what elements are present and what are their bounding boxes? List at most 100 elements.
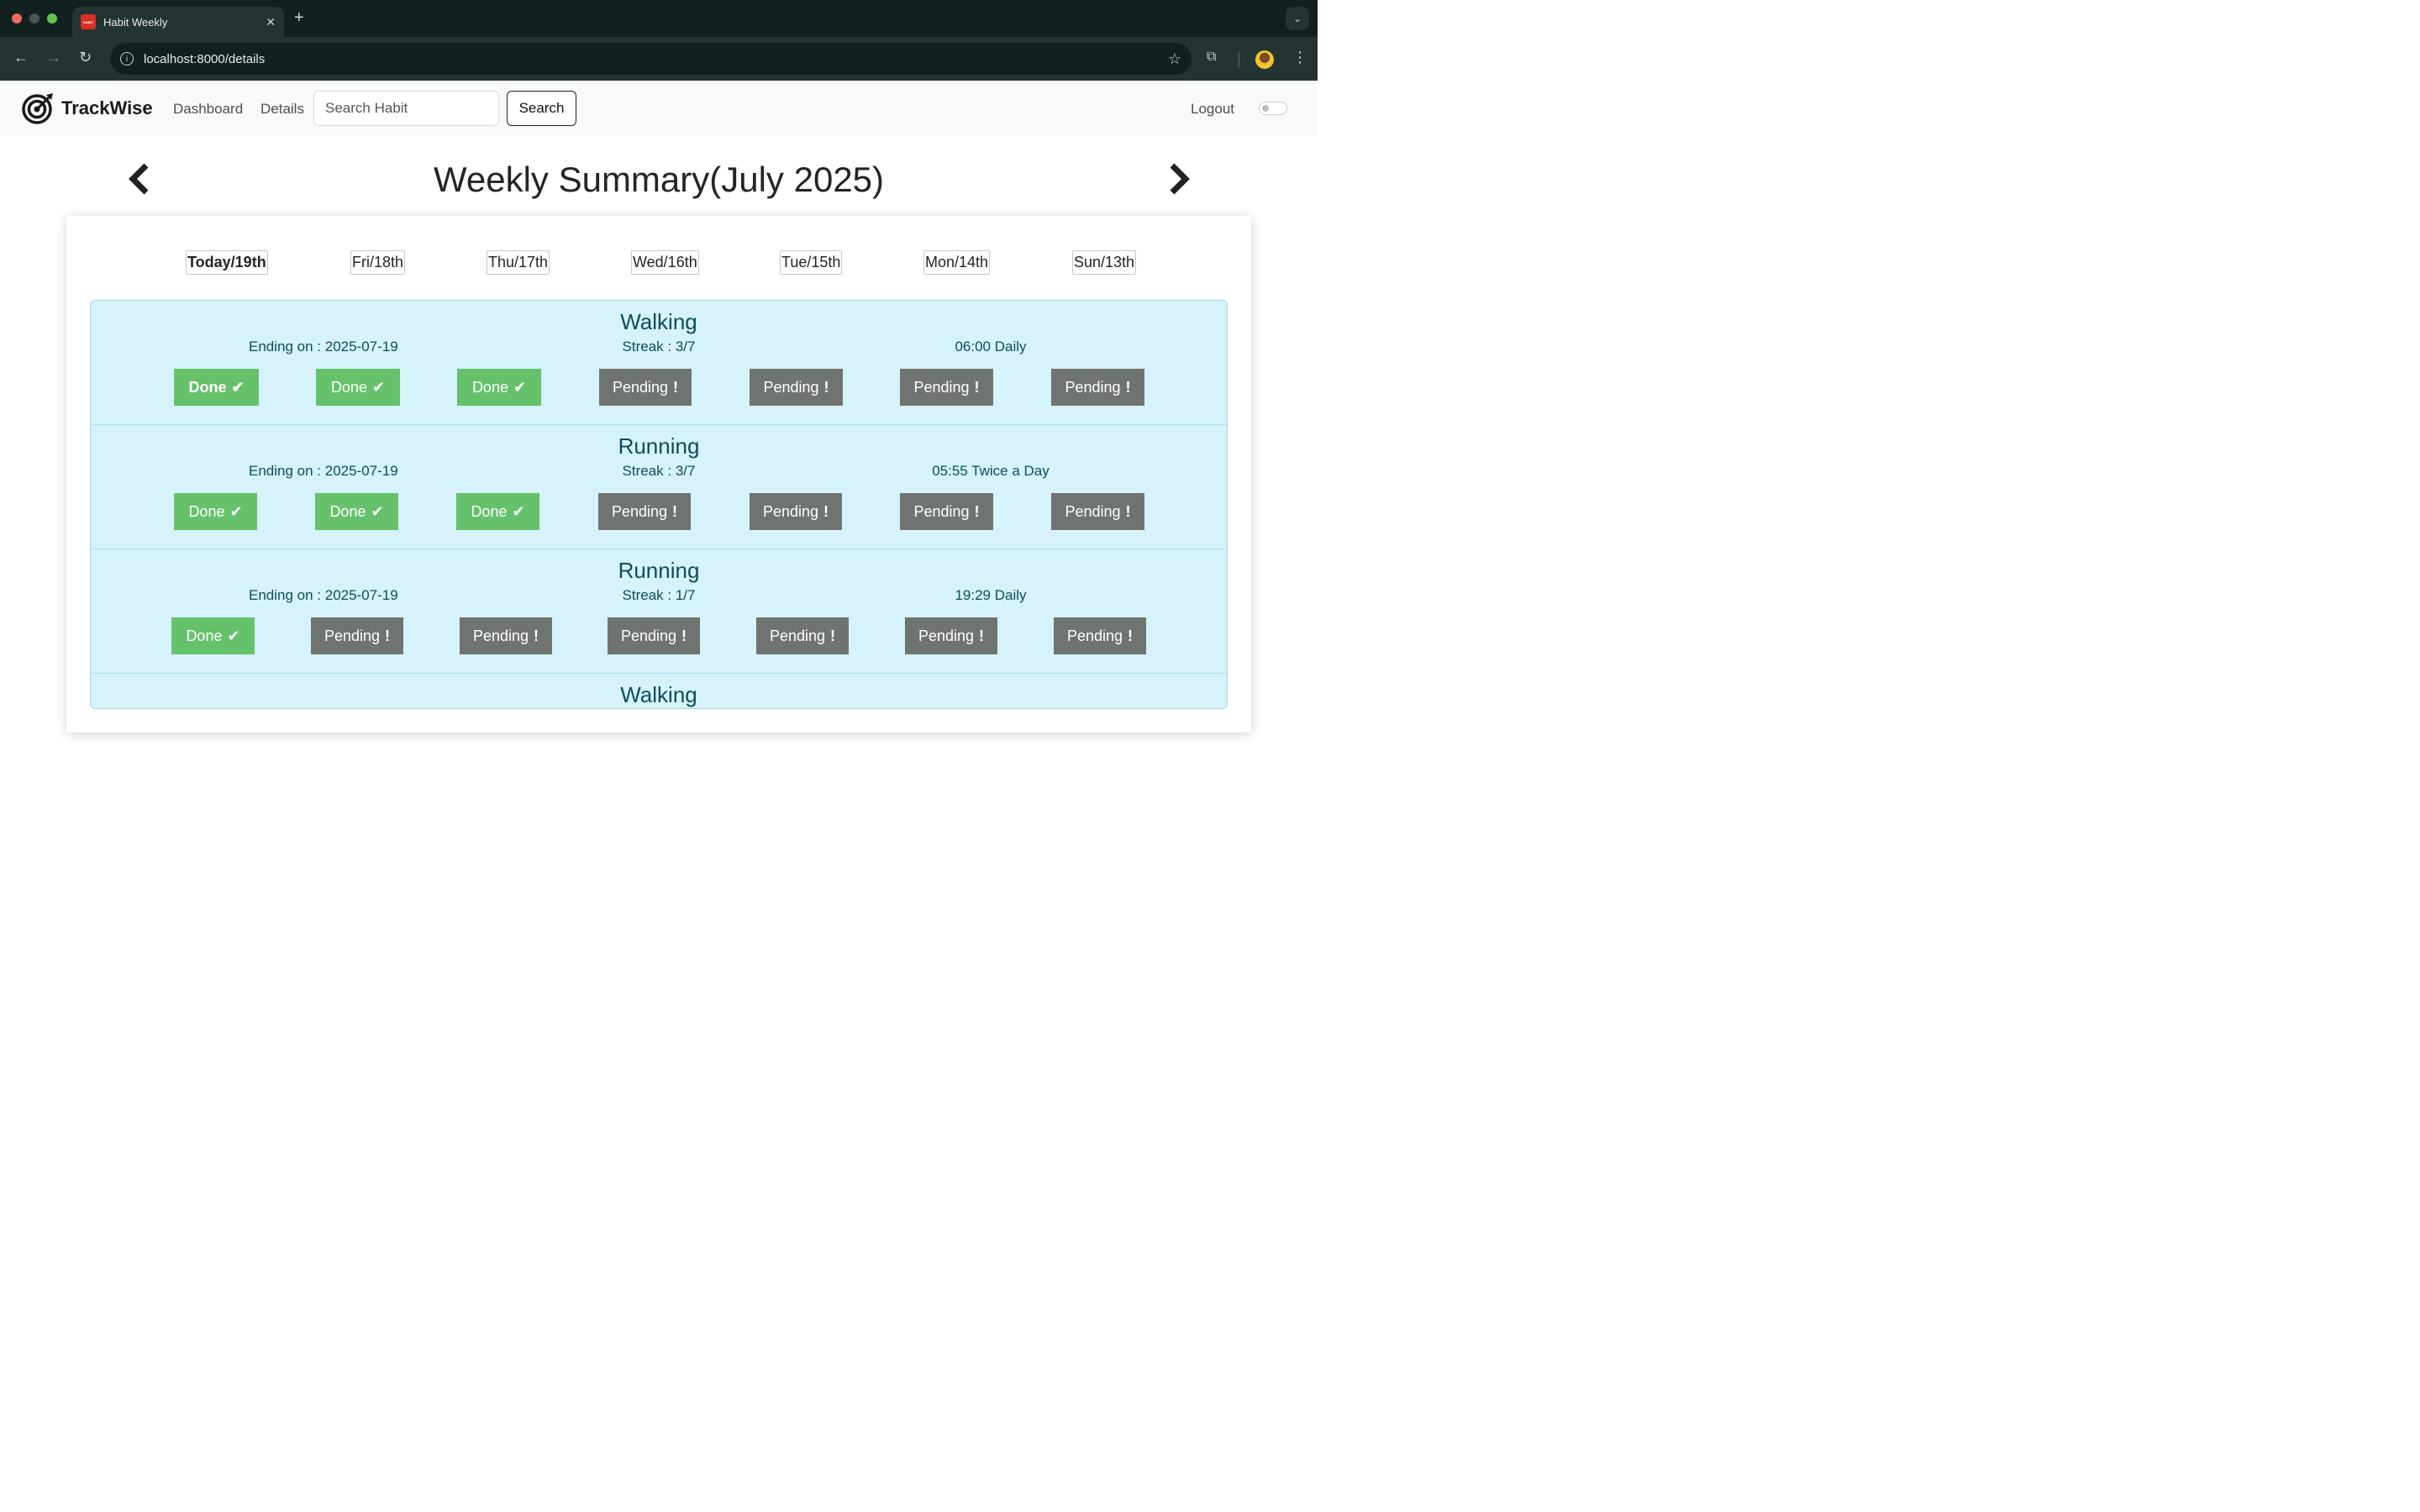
maximize-window-button[interactable] [47, 13, 57, 24]
brand-name: TrackWise [61, 97, 153, 118]
status-button-pending[interactable]: Pending! [598, 493, 691, 530]
habit-row: Running Ending on : 2025-07-19 Streak : … [91, 549, 1227, 674]
habit-list: Walking Ending on : 2025-07-19 Streak : … [90, 300, 1228, 709]
status-button-done[interactable]: Done ✔ [174, 369, 259, 406]
reload-icon[interactable]: ↻ [79, 49, 92, 66]
status-label: Done [329, 502, 366, 520]
profile-avatar[interactable] [1255, 50, 1274, 69]
page-title: Weekly Summary(July 2025) [433, 160, 885, 199]
browser-tab[interactable]: HABIT Habit Weekly ✕ [72, 7, 284, 37]
status-button-done[interactable]: Done ✔ [315, 493, 398, 530]
exclamation-icon: ! [1125, 502, 1131, 520]
status-label: Done [188, 502, 225, 520]
search-button[interactable]: Search [507, 91, 576, 126]
status-label: Done [188, 378, 227, 396]
site-info-icon[interactable]: i [120, 52, 134, 66]
day-header-sun[interactable]: Sun/13th [1072, 250, 1137, 275]
habit-streak: Streak : 1/7 [622, 587, 696, 603]
habit-schedule: 06:00 Daily [955, 339, 1027, 354]
tab-title: Habit Weekly [103, 15, 168, 29]
status-button-pending[interactable]: Pending! [900, 493, 993, 530]
status-button-pending[interactable]: Pending! [460, 617, 552, 654]
habit-row: Walking [91, 674, 1227, 708]
exclamation-icon: ! [385, 627, 391, 644]
favicon-icon: HABIT [81, 14, 96, 29]
habit-row: Walking Ending on : 2025-07-19 Streak : … [91, 301, 1227, 425]
exclamation-icon: ! [673, 378, 679, 396]
exclamation-icon: ! [979, 627, 985, 644]
status-button-pending[interactable]: Pending! [750, 493, 842, 530]
exclamation-icon: ! [823, 502, 829, 520]
habit-schedule: 19:29 Daily [955, 587, 1027, 603]
day-header-wed[interactable]: Wed/16th [631, 250, 699, 275]
status-button-pending[interactable]: Pending! [1051, 369, 1144, 406]
status-label: Pending [1066, 627, 1123, 644]
logout-link[interactable]: Logout [1191, 101, 1234, 118]
address-bar[interactable]: i localhost:8000/details ☆ [110, 43, 1192, 75]
status-button-pending[interactable]: Pending! [905, 617, 997, 654]
exclamation-icon: ! [672, 502, 678, 520]
search-input[interactable] [313, 91, 499, 126]
nav-dashboard[interactable]: Dashboard [173, 101, 243, 118]
status-button-done[interactable]: Done ✔ [174, 493, 257, 530]
habit-name: Walking [620, 682, 697, 707]
day-header-fri[interactable]: Fri/18th [350, 250, 406, 275]
status-button-pending[interactable]: Pending! [900, 369, 993, 406]
extensions-icon[interactable]: ⧉ [1207, 50, 1216, 65]
check-icon: ✔ [371, 378, 386, 396]
back-arrow-icon[interactable]: ← [13, 49, 29, 66]
close-window-button[interactable] [12, 13, 22, 24]
habit-schedule: 05:55 Twice a Day [932, 463, 1050, 479]
browser-menu-icon[interactable]: ⋮ [1292, 49, 1307, 66]
url-text: localhost:8000/details [144, 51, 266, 66]
day-header-tue[interactable]: Tue/15th [780, 250, 843, 275]
app-navbar: TrackWise Dashboard Details Search Logou… [0, 81, 1318, 136]
exclamation-icon: ! [1125, 378, 1131, 396]
day-header-thu[interactable]: Thu/17th [487, 250, 550, 275]
nav-details[interactable]: Details [260, 101, 304, 118]
status-button-done[interactable]: Done ✔ [456, 493, 539, 530]
status-label: Pending [612, 378, 669, 396]
status-button-pending[interactable]: Pending! [599, 369, 692, 406]
status-label: Done [471, 502, 508, 520]
status-button-done[interactable]: Done ✔ [457, 369, 541, 406]
close-tab-icon[interactable]: ✕ [266, 15, 276, 29]
check-icon: ✔ [227, 627, 240, 644]
habit-name: Walking [620, 309, 697, 334]
status-button-pending[interactable]: Pending! [750, 369, 843, 406]
bookmark-star-icon[interactable]: ☆ [1168, 50, 1181, 68]
exclamation-icon: ! [974, 502, 980, 520]
status-label: Pending [918, 627, 975, 644]
target-logo-icon [22, 93, 53, 124]
status-button-pending[interactable]: Pending! [756, 617, 849, 654]
status-label: Pending [1065, 378, 1121, 396]
exclamation-icon: ! [830, 627, 836, 644]
status-label: Pending [763, 378, 819, 396]
check-icon: ✔ [512, 502, 525, 520]
tab-search-chevron-icon[interactable]: ⌄ [1286, 7, 1309, 30]
status-label: Pending [913, 378, 970, 396]
check-icon: ✔ [371, 502, 384, 520]
check-icon: ✔ [229, 502, 243, 520]
browser-toolbar: ← → ↻ i localhost:8000/details ☆ ⧉ ⋮ [0, 37, 1318, 81]
status-button-done[interactable]: Done ✔ [316, 369, 400, 406]
habit-row: Running Ending on : 2025-07-19 Streak : … [91, 425, 1227, 549]
exclamation-icon: ! [823, 378, 829, 396]
browser-tab-bar: HABIT Habit Weekly ✕ + ⌄ [0, 0, 1318, 37]
status-button-done[interactable]: Done ✔ [171, 617, 255, 654]
theme-toggle[interactable] [1259, 102, 1287, 115]
status-button-pending[interactable]: Pending! [1051, 493, 1144, 530]
day-header-mon[interactable]: Mon/14th [923, 250, 991, 275]
status-button-pending[interactable]: Pending! [1054, 617, 1146, 654]
status-button-pending[interactable]: Pending! [608, 617, 700, 654]
forward-arrow-icon[interactable]: → [46, 49, 61, 66]
brand[interactable]: TrackWise [21, 92, 153, 125]
day-header-today[interactable]: Today/19th [186, 250, 268, 275]
new-tab-icon[interactable]: + [294, 8, 304, 28]
exclamation-icon: ! [681, 627, 687, 644]
status-button-pending[interactable]: Pending! [311, 617, 403, 654]
minimize-window-button[interactable] [29, 13, 39, 24]
next-week-chevron-icon[interactable] [1167, 162, 1191, 196]
habit-name: Running [618, 433, 700, 459]
status-label: Pending [611, 502, 668, 520]
